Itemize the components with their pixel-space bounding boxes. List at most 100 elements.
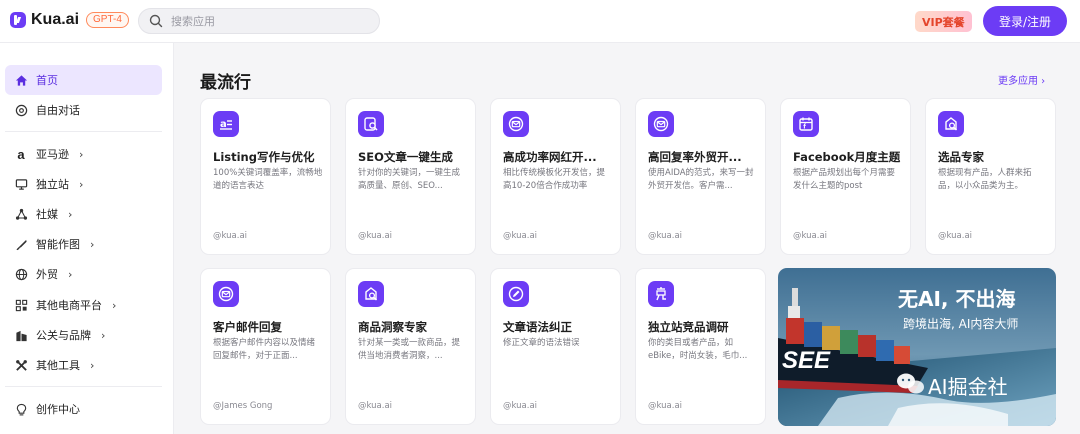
app-card[interactable]: 选品专家 根据现有产品，人群来拓品，以小众品类为主。 @kua.ai <box>925 98 1056 255</box>
app-card[interactable]: SEO文章一键生成 针对你的关键词，一键生成高质量、原创、SEO... @kua… <box>345 98 476 255</box>
card-title: Facebook月度主题 <box>793 150 901 164</box>
search-doc-icon <box>358 281 384 307</box>
sidebar-item-label: 独立站 <box>36 178 69 191</box>
section-title: 最流行 <box>200 73 251 93</box>
sidebar-item-pr-brand[interactable]: 公关与品牌 › <box>5 320 162 350</box>
sidebar-item-label: 社媒 <box>36 208 58 221</box>
app-card[interactable]: 文章语法纠正 修正文章的语法错误 @kua.ai <box>490 268 621 425</box>
ship-hull-text: SEE <box>782 347 831 374</box>
sidebar-item-foreign-trade[interactable]: 外贸 › <box>5 259 162 289</box>
sidebar-item-label: 公关与品牌 <box>36 329 91 342</box>
lightbulb-icon <box>14 402 28 416</box>
edit-icon <box>503 281 529 307</box>
globe-icon <box>14 267 28 281</box>
card-description: 针对某一类或一款商品，提供当地消费者洞察，... <box>358 338 461 361</box>
sidebar-divider <box>5 386 162 387</box>
calendar-icon: f <box>793 111 819 137</box>
app-card[interactable]: 商品洞察专家 针对某一类或一款商品，提供当地消费者洞察，... @kua.ai <box>345 268 476 425</box>
mail-icon <box>503 111 529 137</box>
chevron-right-icon: › <box>112 298 117 312</box>
chevron-right-icon: › <box>101 328 106 342</box>
brush-icon <box>14 237 28 251</box>
card-title: 高成功率网红开... <box>503 150 597 164</box>
card-author: @kua.ai <box>503 231 538 241</box>
search-icon <box>149 14 163 28</box>
card-author: @kua.ai <box>213 231 248 241</box>
chevron-right-icon: › <box>79 147 84 161</box>
chevron-right-icon: › <box>90 358 95 372</box>
card-title: 选品专家 <box>938 150 984 164</box>
card-title: SEO文章一键生成 <box>358 150 453 164</box>
model-badge: GPT-4 <box>86 12 129 28</box>
card-description: 修正文章的语法错误 <box>503 338 580 348</box>
banner-brand: AI掘金社 <box>928 375 1008 399</box>
share-icon <box>14 207 28 221</box>
card-author: @kua.ai <box>503 401 538 411</box>
card-description: 相比传统模板化开发信，提高10-20倍合作成功率 <box>503 168 606 191</box>
card-author: @kua.ai <box>358 401 393 411</box>
card-author: @James Gong <box>213 401 273 411</box>
tools-icon <box>14 358 28 372</box>
card-description: 使用AIDA的范式，来写一封外贸开发信。客户需... <box>648 168 754 191</box>
card-title: 文章语法纠正 <box>503 320 572 334</box>
more-apps-link[interactable]: 更多应用 › <box>998 72 1045 87</box>
card-author: @kua.ai <box>648 401 683 411</box>
sidebar-item-label: 外贸 <box>36 268 58 281</box>
top-header: Kua.ai GPT-4 VIP套餐 登录/注册 <box>0 0 1080 43</box>
sidebar-item-label: 智能作图 <box>36 238 80 251</box>
sidebar-item-label: 其他电商平台 <box>36 299 102 312</box>
chevron-right-icon: › <box>79 177 84 191</box>
promo-banner[interactable]: SEE 无AI, 不出海 跨境出海, AI内容大师 AI掘金社 <box>778 268 1056 426</box>
card-author: @kua.ai <box>793 231 828 241</box>
logo[interactable]: Kua.ai GPT-4 <box>10 11 129 29</box>
card-title: 商品洞察专家 <box>358 320 427 334</box>
sidebar-item-label: 其他工具 <box>36 359 80 372</box>
card-author: @kua.ai <box>648 231 683 241</box>
compete-icon <box>648 281 674 307</box>
app-card[interactable]: a Listing写作与优化 100%关键词覆盖率，流畅地道的语言表达 @kua… <box>200 98 331 255</box>
card-description: 根据产品规划出每个月需要发什么主题的post <box>793 168 896 191</box>
sidebar-item-creation-center[interactable]: 创作中心 <box>5 394 162 424</box>
svg-text:f: f <box>803 124 806 131</box>
logo-text: Kua.ai <box>31 11 80 28</box>
app-card[interactable]: 高成功率网红开... 相比传统模板化开发信，提高10-20倍合作成功率 @kua… <box>490 98 621 255</box>
card-author: @kua.ai <box>938 231 973 241</box>
chevron-right-icon: › <box>90 237 95 251</box>
sidebar-item-smart-drawing[interactable]: 智能作图 › <box>5 229 162 259</box>
sidebar-item-independent-site[interactable]: 独立站 › <box>5 169 162 199</box>
search-input[interactable] <box>171 14 361 28</box>
sidebar-item-label: 自由对话 <box>36 104 80 117</box>
chat-icon <box>14 103 28 117</box>
home-icon <box>14 73 28 87</box>
sidebar-item-free-chat[interactable]: 自由对话 <box>5 95 162 125</box>
sidebar-item-home[interactable]: 首页 <box>5 65 162 95</box>
card-description: 100%关键词覆盖率，流畅地道的语言表达 <box>213 168 323 191</box>
card-description: 你的类目或者产品，如eBike，时尚女装，毛巾... <box>648 338 748 361</box>
app-card[interactable]: 客户邮件回复 根据客户邮件内容以及情绪回复邮件，对于正面... @James G… <box>200 268 331 425</box>
sidebar-item-label: 创作中心 <box>36 403 80 416</box>
app-card[interactable]: f Facebook月度主题 根据产品规划出每个月需要发什么主题的post @k… <box>780 98 911 255</box>
sidebar-item-other-ecommerce[interactable]: 其他电商平台 › <box>5 290 162 320</box>
sidebar-item-other-tools[interactable]: 其他工具 › <box>5 350 162 380</box>
card-title: 客户邮件回复 <box>213 320 282 334</box>
chevron-right-icon: › <box>68 267 73 281</box>
app-card[interactable]: 独立站竞品调研 你的类目或者产品，如eBike，时尚女装，毛巾... @kua.… <box>635 268 766 425</box>
card-description: 根据客户邮件内容以及情绪回复邮件，对于正面... <box>213 338 316 361</box>
search-box[interactable] <box>138 8 380 34</box>
mail-icon <box>648 111 674 137</box>
banner-subline: 跨境出海, AI内容大师 <box>903 316 1018 331</box>
search-doc-icon <box>938 111 964 137</box>
vip-plan-button[interactable]: VIP套餐 <box>915 11 972 32</box>
building-icon <box>14 328 28 342</box>
sidebar-item-amazon[interactable]: a 亚马逊 › <box>5 139 162 169</box>
sidebar-divider <box>5 131 162 132</box>
card-title: 独立站竞品调研 <box>648 320 729 334</box>
card-title: 高回复率外贸开... <box>648 150 742 164</box>
search-doc-icon <box>358 111 384 137</box>
kua-logo-icon <box>10 12 26 28</box>
sidebar-item-social[interactable]: 社媒 › <box>5 199 162 229</box>
login-register-button[interactable]: 登录/注册 <box>983 6 1067 36</box>
app-card[interactable]: 高回复率外贸开... 使用AIDA的范式，来写一封外贸开发信。客户需... @k… <box>635 98 766 255</box>
banner-headline: 无AI, 不出海 <box>898 287 1015 311</box>
chevron-right-icon: › <box>68 207 73 221</box>
